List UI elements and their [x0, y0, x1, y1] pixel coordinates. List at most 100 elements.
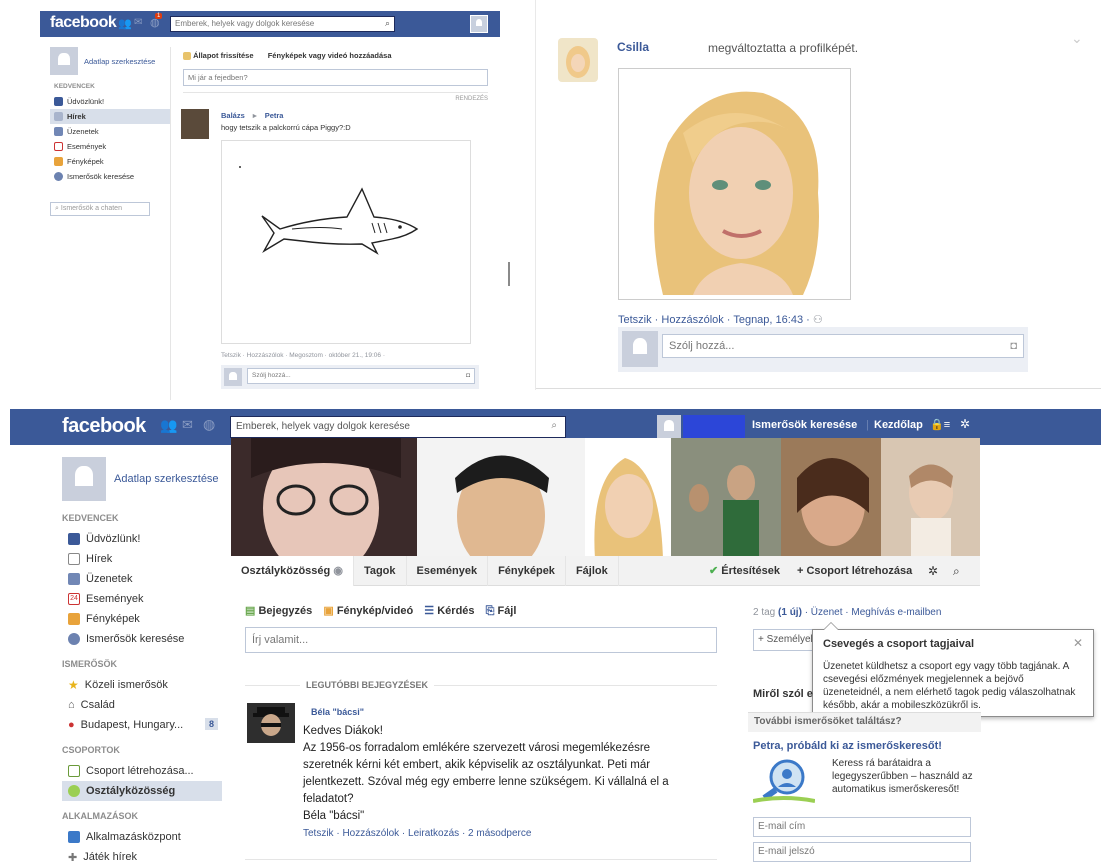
- member-photo[interactable]: [881, 438, 980, 559]
- author-avatar[interactable]: [181, 109, 209, 139]
- camera-icon[interactable]: ◘: [1010, 340, 1017, 352]
- search-icon[interactable]: ⌕: [385, 18, 390, 29]
- comment-input[interactable]: Szólj hozzá... ◘: [662, 334, 1024, 358]
- camera-icon[interactable]: ◘: [466, 372, 470, 379]
- tab-events[interactable]: Események: [407, 556, 489, 586]
- news-icon: [54, 112, 63, 121]
- globe-icon[interactable]: ◍: [203, 416, 215, 433]
- privacy-icon[interactable]: 🔒≡: [930, 418, 950, 431]
- friend-finder-link[interactable]: Petra, próbáld ki az ismerőskeresőt!: [753, 740, 942, 752]
- composer-tab-file[interactable]: ⎘ Fájl: [486, 605, 517, 617]
- friend-requests-icon[interactable]: 👥: [118, 17, 132, 30]
- create-group-button[interactable]: + Csoport létrehozása: [797, 556, 912, 586]
- profile-edit-link[interactable]: Adatlap szerkesztése: [114, 473, 219, 485]
- messages-icon[interactable]: ✉: [134, 17, 142, 28]
- comment-input[interactable]: Szólj hozzá... ◘: [247, 368, 475, 384]
- composer-tab-post[interactable]: ▤ Bejegyzés: [245, 605, 312, 617]
- composer-tab-question[interactable]: ☰ Kérdés: [424, 605, 474, 617]
- post-body: Kedves Diákok! Az 1956-os forradalom eml…: [303, 725, 669, 822]
- sidebar-item-find-friends[interactable]: Ismerősök keresése: [50, 169, 170, 184]
- chevron-down-icon[interactable]: ⌄: [1071, 30, 1083, 47]
- notification-badge: 1: [155, 13, 163, 19]
- sidebar-item-events[interactable]: 24 Események: [62, 589, 222, 609]
- messages-icon[interactable]: ✉: [182, 417, 193, 433]
- author-avatar[interactable]: [558, 38, 598, 82]
- sidebar-item-budapest[interactable]: ● Budapest, Hungary... 8: [62, 715, 222, 735]
- home-link[interactable]: Kezdőlap: [874, 419, 923, 431]
- member-photo[interactable]: [781, 438, 881, 559]
- profile-picture-image[interactable]: [618, 68, 851, 300]
- sidebar-item-class-group[interactable]: Osztályközösség: [62, 781, 222, 801]
- close-icon[interactable]: ✕: [1073, 636, 1083, 650]
- sidebar-item-messages[interactable]: Üzenetek: [62, 569, 222, 589]
- status-composer-input[interactable]: Mi jár a fejedben?: [183, 69, 488, 86]
- tab-group-name[interactable]: Osztályközösség ◉: [231, 556, 354, 586]
- profile-picture[interactable]: [62, 457, 106, 501]
- chat-search-input[interactable]: ⌕ Ismerősök a chaten: [50, 202, 150, 216]
- divider: [245, 859, 717, 860]
- tab-photos[interactable]: Fényképek: [488, 556, 566, 586]
- new-members-link[interactable]: (1 új): [778, 607, 802, 618]
- photo-tab[interactable]: Fényképek vagy videó hozzáadása: [268, 51, 392, 60]
- member-photo[interactable]: [585, 438, 671, 559]
- notifications-button[interactable]: ✔ Értesítések: [709, 556, 780, 586]
- sort-menu[interactable]: RENDEZÉS: [183, 92, 488, 102]
- gear-icon[interactable]: ✲: [960, 417, 970, 431]
- sidebar-item-close-friends[interactable]: ★ Közeli ismerősök: [62, 675, 222, 695]
- sidebar-item-family[interactable]: ⌂ Család: [62, 695, 222, 715]
- profile-picture[interactable]: [50, 47, 78, 75]
- search-input[interactable]: Emberek, helyek vagy dolgok keresése ⌕: [230, 416, 566, 438]
- sidebar-item-create-group[interactable]: Csoport létrehozása...: [62, 761, 222, 781]
- author-name-link[interactable]: Csilla: [617, 40, 649, 54]
- sidebar-item-events[interactable]: Események: [50, 139, 170, 154]
- post-target-link[interactable]: Petra: [265, 111, 284, 120]
- post-author-link[interactable]: Béla "bácsi": [311, 707, 364, 717]
- search-icon[interactable]: ⌕: [551, 420, 557, 431]
- popup-title: Csevegés a csoport tagjaival: [823, 638, 975, 650]
- sidebar-item-news[interactable]: Hírek: [62, 549, 222, 569]
- sidebar-item-find-friends[interactable]: Ismerősök keresése: [62, 629, 222, 649]
- tab-members[interactable]: Tagok: [354, 556, 407, 586]
- post-actions: Tetszik · Hozzászólok · Tegnap, 16:43 · …: [618, 314, 823, 326]
- message-invite-links[interactable]: · Üzenet · Meghívás e-mailben: [805, 607, 942, 618]
- commenter-avatar: [224, 368, 242, 386]
- sidebar-item-messages[interactable]: Üzenetek: [50, 124, 170, 139]
- composer-input[interactable]: Írj valamit...: [245, 627, 717, 653]
- member-photo[interactable]: [671, 438, 781, 559]
- avatar[interactable]: [657, 415, 681, 439]
- search-icon[interactable]: ⌕: [953, 556, 960, 586]
- facebook-logo[interactable]: facebook: [50, 14, 117, 32]
- password-input[interactable]: E-mail jelszó: [753, 842, 971, 862]
- composer-tab-photo[interactable]: ▣ Fénykép/videó: [323, 605, 413, 617]
- avatar[interactable]: [470, 15, 488, 33]
- friends-icon: [54, 172, 63, 181]
- post-actions[interactable]: Tetszik · Hozzászólok · Megosztom · októ…: [221, 352, 385, 359]
- email-input[interactable]: E-mail cím: [753, 817, 971, 837]
- sidebar-item-welcome[interactable]: Üdvözlünk!: [50, 94, 170, 109]
- author-avatar[interactable]: [247, 703, 295, 743]
- cover-photo-strip[interactable]: [231, 438, 980, 559]
- shark-drawing[interactable]: [221, 140, 471, 344]
- facebook-logo[interactable]: facebook: [62, 415, 146, 438]
- settings-icon[interactable]: ◉: [333, 565, 343, 577]
- profile-edit-link[interactable]: Adatlap szerkesztése: [84, 57, 155, 66]
- tab-files[interactable]: Fájlok: [566, 556, 619, 586]
- search-input[interactable]: Emberek, helyek vagy dolgok keresése ⌕: [170, 16, 395, 32]
- post-author-link[interactable]: Balázs: [221, 111, 245, 120]
- post-actions[interactable]: Tetszik · Hozzászólok · Leiratkozás · 2 …: [303, 828, 531, 839]
- status-tab[interactable]: Állapot frissítése: [193, 51, 253, 60]
- friend-requests-icon[interactable]: 👥: [160, 417, 177, 434]
- members-count: 2 tag: [753, 607, 776, 618]
- sidebar-item-photos[interactable]: Fényképek: [62, 609, 222, 629]
- member-photo[interactable]: [417, 438, 585, 559]
- apps-header: ALKALMAZÁSOK: [62, 811, 138, 821]
- member-photo[interactable]: [231, 438, 417, 559]
- shark-image: [239, 166, 419, 255]
- sidebar-item-welcome[interactable]: Üdvözlünk!: [62, 529, 222, 549]
- sidebar-item-app-center[interactable]: Alkalmazásközpont: [62, 827, 222, 847]
- sidebar-item-photos[interactable]: Fényképek: [50, 154, 170, 169]
- sidebar-item-game-news[interactable]: ✚ Játék hírek: [62, 847, 222, 867]
- sidebar-item-news[interactable]: Hírek: [50, 109, 170, 124]
- gear-icon[interactable]: ✲: [928, 556, 938, 586]
- find-friends-link[interactable]: Ismerősök keresése: [752, 419, 857, 431]
